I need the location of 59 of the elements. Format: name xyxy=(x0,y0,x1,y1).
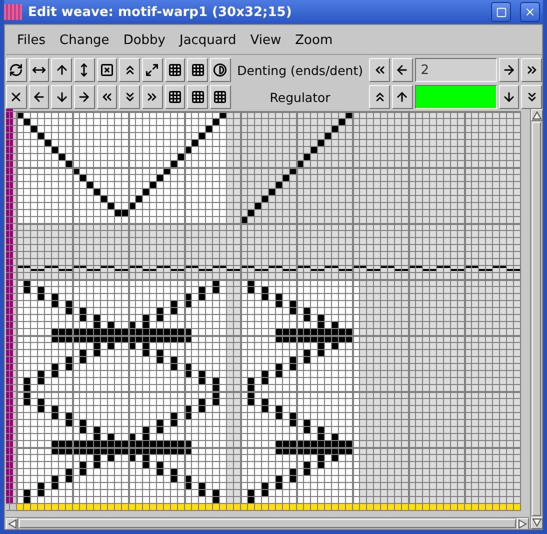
menu-item[interactable]: Files xyxy=(10,33,53,48)
tool-button[interactable] xyxy=(96,85,118,109)
crossed-square-icon xyxy=(100,63,114,77)
tool-button[interactable] xyxy=(392,85,413,109)
tool-button[interactable] xyxy=(210,58,231,82)
weave-grid-drawing[interactable] xyxy=(6,109,521,511)
scroll-right-icon[interactable] xyxy=(518,519,528,529)
tool-button[interactable] xyxy=(164,58,186,82)
tool-button[interactable] xyxy=(392,58,413,82)
arrow-right-icon xyxy=(502,63,516,77)
tool-button[interactable] xyxy=(51,85,72,109)
close-button[interactable] xyxy=(520,2,540,22)
regulator-label: Regulator xyxy=(268,90,332,104)
menu-item[interactable]: View xyxy=(243,33,288,48)
menu-item[interactable]: Zoom xyxy=(288,33,340,48)
tool-button[interactable] xyxy=(51,58,72,82)
tool-button[interactable] xyxy=(6,58,27,82)
scroll-left-icon[interactable] xyxy=(7,519,17,529)
tool-button[interactable] xyxy=(187,58,208,82)
window-title: Edit weave: motif-warp1 (30x32;15) xyxy=(28,4,293,20)
denting-label: Denting (ends/dent) xyxy=(236,62,364,78)
denting-field[interactable]: 2 xyxy=(414,58,497,82)
tool-button[interactable] xyxy=(521,85,542,109)
tool-button[interactable] xyxy=(164,85,186,109)
tool-button[interactable] xyxy=(119,85,140,109)
tool-button[interactable] xyxy=(498,58,520,82)
tool-button[interactable] xyxy=(142,58,163,82)
scrollbar-thumb[interactable] xyxy=(532,122,541,516)
arrow-left-icon xyxy=(32,90,46,104)
tool-button[interactable] xyxy=(6,85,27,109)
scrollbar-thumb[interactable] xyxy=(19,519,516,528)
arrow-up-icon xyxy=(54,63,69,77)
contrast-icon xyxy=(213,63,228,77)
tool-button[interactable] xyxy=(369,58,390,82)
tool-button[interactable] xyxy=(187,85,208,109)
maximize-icon xyxy=(496,6,506,18)
tool-button[interactable] xyxy=(74,85,95,109)
tool-button[interactable] xyxy=(498,85,520,109)
close-icon xyxy=(524,6,536,18)
regulator-field[interactable] xyxy=(414,85,497,109)
tool-button[interactable] xyxy=(96,58,118,82)
tool-button[interactable] xyxy=(74,58,95,82)
diagonal-arrows-icon xyxy=(145,63,160,77)
tool-button[interactable] xyxy=(28,85,50,109)
tool-button[interactable] xyxy=(142,85,163,109)
maximize-button[interactable] xyxy=(491,2,511,22)
arrow-down-icon xyxy=(54,90,69,104)
tool-button[interactable] xyxy=(28,58,50,82)
menu-item[interactable]: Change xyxy=(52,33,116,48)
menu-item[interactable]: Dobby xyxy=(116,33,172,48)
scroll-down-icon[interactable] xyxy=(532,518,542,528)
tool-button[interactable] xyxy=(521,58,542,82)
tool-button[interactable] xyxy=(210,85,231,109)
menu-item[interactable]: Jacquard xyxy=(172,33,244,48)
refresh-icon xyxy=(9,63,24,77)
tool-button[interactable] xyxy=(369,85,390,109)
tool-button[interactable] xyxy=(119,58,140,82)
arrow-up-icon xyxy=(395,90,410,104)
app-icon xyxy=(4,4,22,20)
